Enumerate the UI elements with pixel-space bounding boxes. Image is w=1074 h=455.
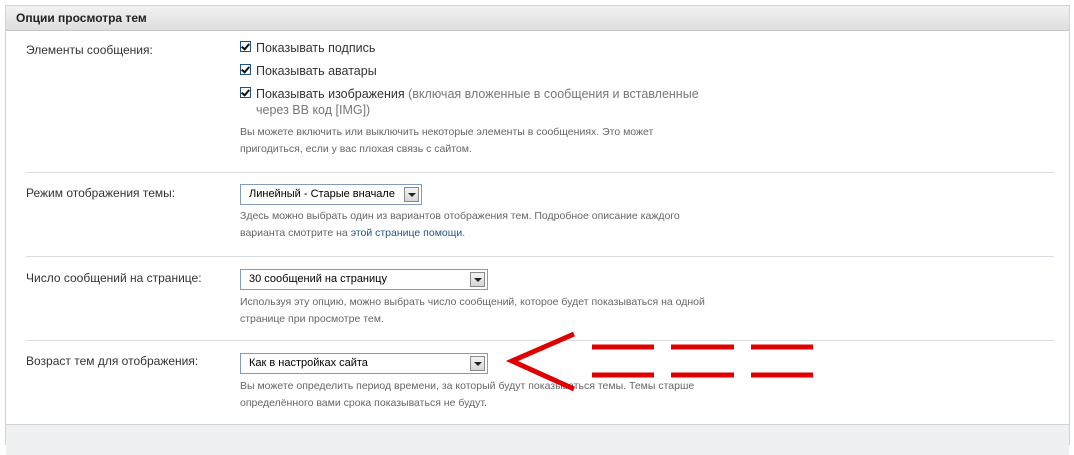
show-images-text: Показывать изображения (включая вложенны… <box>256 86 736 118</box>
chevron-down-icon[interactable] <box>404 187 419 202</box>
show-images-checkbox[interactable] <box>240 87 251 98</box>
posts-per-page-label: Число сообщений на странице: <box>26 271 202 285</box>
show-signature-checkbox[interactable] <box>240 41 251 52</box>
thread-age-selected: Как в настройках сайта <box>249 357 368 369</box>
thread-mode-label: Режим отображения темы: <box>26 186 176 200</box>
thread-age-desc-line1: Вы можете определить период времени, за … <box>240 380 695 392</box>
show-images-extra: (включая вложенные в сообщения и вставле… <box>404 87 699 101</box>
thread-mode-desc-line1: Здесь можно выбрать один из вариантов от… <box>240 210 680 222</box>
chevron-down-icon[interactable] <box>470 356 485 371</box>
panel-footer-bar <box>6 424 1069 455</box>
message-elements-desc-line1: Вы можете включить или выключить некотор… <box>240 126 654 138</box>
chevron-down-icon[interactable] <box>470 272 485 287</box>
option-show-avatars[interactable]: Показывать аватары <box>240 63 740 86</box>
thread-view-options-panel: Опции просмотра тем Элементы сообщения: … <box>5 5 1070 455</box>
show-images-extra2: через BB код [IMG]) <box>256 103 371 117</box>
posts-per-page-selected: 30 сообщений на страницу <box>249 273 387 285</box>
thread-mode-desc-prefix: варианта смотрите на <box>240 227 351 239</box>
message-elements-options: Показывать подпись Показывать аватары По… <box>240 40 740 158</box>
posts-per-page-row: Число сообщений на странице: 30 сообщени… <box>26 257 1054 341</box>
posts-per-page-desc-line2: странице при просмотре тем. <box>240 313 384 325</box>
show-avatars-checkbox[interactable] <box>240 64 251 75</box>
posts-per-page-description: Используя эту опцию, можно выбрать число… <box>240 294 860 328</box>
thread-mode-description: Здесь можно выбрать один из вариантов от… <box>240 208 840 242</box>
posts-per-page-desc-line1: Используя эту опцию, можно выбрать число… <box>240 296 705 308</box>
thread-age-label: Возраст тем для отображения: <box>26 354 199 368</box>
thread-age-select[interactable]: Как в настройках сайта <box>240 353 488 374</box>
thread-mode-desc-suffix: . <box>462 227 466 239</box>
thread-mode-select[interactable]: Линейный - Старые вначале <box>240 184 422 205</box>
show-avatars-label: Показывать аватары <box>256 64 377 78</box>
thread-age-description: Вы можете определить период времени, за … <box>240 378 860 412</box>
thread-mode-selected: Линейный - Старые вначале <box>249 188 395 200</box>
message-elements-description: Вы можете включить или выключить некотор… <box>240 124 740 158</box>
panel-title: Опции просмотра тем <box>6 6 1069 31</box>
message-elements-row: Элементы сообщения: Показывать подпись П… <box>26 40 1054 173</box>
option-show-signature[interactable]: Показывать подпись <box>240 40 740 63</box>
message-elements-desc-line2: пригодиться, если у вас плохая связь с с… <box>240 143 472 155</box>
show-images-label: Показывать изображения <box>256 87 405 101</box>
message-elements-label: Элементы сообщения: <box>26 43 153 57</box>
option-show-images[interactable]: Показывать изображения (включая вложенны… <box>240 86 740 120</box>
thread-age-desc-line2: определённого вами срока показываться не… <box>240 397 487 409</box>
help-page-link[interactable]: этой странице помощи <box>351 227 463 239</box>
posts-per-page-select[interactable]: 30 сообщений на страницу <box>240 269 488 290</box>
thread-mode-row: Режим отображения темы: Линейный - Стары… <box>26 173 1054 257</box>
show-signature-label: Показывать подпись <box>256 41 376 55</box>
thread-age-row: Возраст тем для отображения: Как в настр… <box>26 341 1054 421</box>
